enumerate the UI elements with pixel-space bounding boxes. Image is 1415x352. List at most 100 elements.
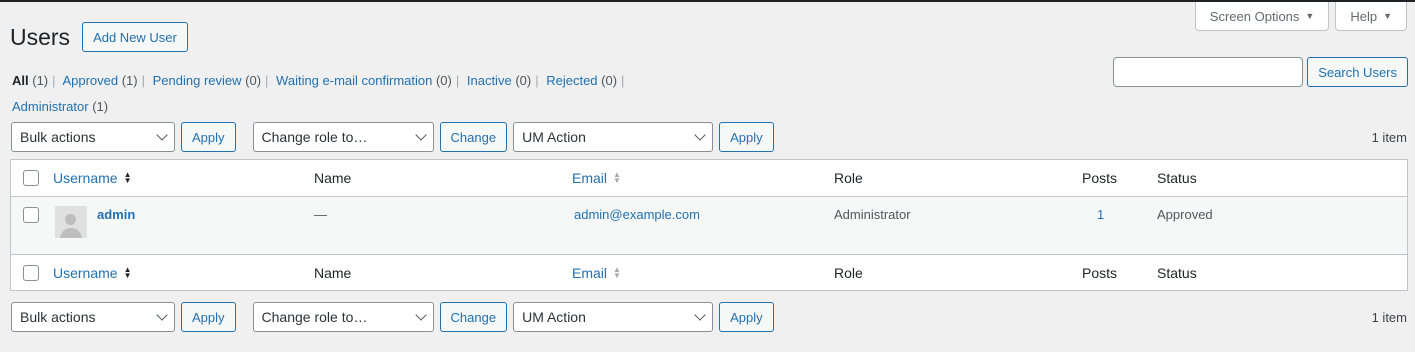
filter-count: (0) — [601, 73, 618, 88]
column-label[interactable]: Email — [572, 170, 607, 186]
chevron-down-icon — [694, 309, 706, 321]
select-value: UM Action — [522, 129, 586, 145]
filter-label[interactable]: Inactive — [467, 73, 512, 88]
avatar — [55, 206, 87, 238]
filter-pending-review[interactable]: Pending review (0) — [153, 73, 261, 88]
sort-icon: ▲ ▼ — [123, 264, 132, 280]
filter-separator: | — [621, 73, 625, 88]
column-label[interactable]: Email — [572, 265, 607, 281]
search-box: Search Users — [1113, 57, 1408, 87]
sort-icon: ▲ ▼ — [613, 170, 621, 185]
um-action-select[interactable]: UM Action — [513, 302, 714, 332]
filter-count: (0) — [515, 73, 532, 88]
filter-count: (1) — [92, 99, 109, 114]
table-row: admin — admin@example.com Administrator … — [11, 197, 1407, 254]
filter-label: All — [12, 73, 29, 88]
filter-count: (0) — [435, 73, 452, 88]
caret-down-icon: ▼ — [1383, 11, 1392, 21]
select-value: Change role to… — [261, 129, 368, 145]
select-value: Bulk actions — [20, 129, 96, 145]
page-title: Users — [10, 23, 71, 50]
users-table: Username ▲ ▼ Name Email ▲ ▼ Role Posts Sta… — [10, 159, 1408, 291]
column-username[interactable]: Username ▲ ▼ — [53, 255, 132, 290]
filter-waiting-email[interactable]: Waiting e-mail confirmation (0) — [276, 73, 452, 88]
column-username[interactable]: Username ▲ ▼ — [53, 160, 132, 196]
bulk-actions-select[interactable]: Bulk actions — [11, 122, 175, 152]
chevron-down-icon — [156, 309, 168, 321]
select-all-cell — [23, 255, 39, 290]
search-input[interactable] — [1113, 57, 1304, 87]
select-all-checkbox[interactable] — [23, 264, 39, 281]
screen-options-button[interactable]: Screen Options ▼ — [1194, 2, 1330, 31]
filter-separator: | — [535, 73, 539, 88]
search-users-button[interactable]: Search Users — [1307, 57, 1408, 87]
column-status: Status — [1157, 170, 1197, 186]
tablenav-top: Bulk actions Apply Change role to… Chang… — [11, 121, 1407, 153]
sort-icon: ▲ ▼ — [123, 170, 132, 185]
user-filters: All (1) | Approved (1) | Pending review (0… — [12, 68, 652, 120]
chevron-down-icon — [694, 129, 706, 141]
filter-count: (1) — [32, 73, 49, 88]
filter-inactive[interactable]: Inactive (0) — [467, 73, 531, 88]
change-role-button[interactable]: Change — [439, 122, 508, 152]
column-posts: Posts — [1082, 264, 1118, 281]
table-footer-row: Username ▲ ▼ Name Email ▲ ▼ Role Posts Sta… — [11, 254, 1407, 290]
filter-label[interactable]: Rejected — [546, 73, 597, 88]
change-role-select[interactable]: Change role to… — [252, 302, 434, 332]
change-role-button[interactable]: Change — [439, 302, 508, 332]
filter-label[interactable]: Waiting e-mail confirmation — [276, 73, 432, 88]
um-action-select[interactable]: UM Action — [513, 122, 714, 152]
page-heading: Users Add New User — [10, 22, 188, 52]
select-all-checkbox[interactable] — [23, 170, 39, 186]
column-label[interactable]: Username — [53, 170, 118, 186]
name-cell: — — [314, 207, 327, 222]
filter-label[interactable]: Pending review — [153, 73, 242, 88]
bulk-apply-button[interactable]: Apply — [181, 302, 236, 332]
add-new-user-button[interactable]: Add New User — [82, 22, 188, 52]
filter-count: (0) — [245, 73, 262, 88]
um-apply-button[interactable]: Apply — [719, 122, 774, 152]
tablenav-bottom: Bulk actions Apply Change role to… Chang… — [11, 301, 1407, 333]
column-email[interactable]: Email ▲ ▼ — [572, 160, 621, 196]
select-value: Change role to… — [261, 309, 368, 325]
column-role: Role — [834, 170, 863, 186]
filter-label[interactable]: Approved — [62, 73, 118, 88]
row-checkbox[interactable] — [23, 207, 39, 223]
filter-separator: | — [265, 73, 269, 88]
posts-cell: 1 — [1097, 197, 1104, 254]
column-posts: Posts — [1082, 170, 1118, 186]
change-role-select[interactable]: Change role to… — [252, 122, 434, 152]
select-value: Bulk actions — [20, 309, 96, 325]
bulk-actions-select[interactable]: Bulk actions — [11, 302, 175, 332]
items-count: 1 item — [1371, 129, 1407, 145]
role-cell: Administrator — [834, 207, 911, 222]
items-count: 1 item — [1371, 309, 1407, 325]
filter-rejected[interactable]: Rejected (0) — [546, 73, 617, 88]
column-name: Name — [314, 170, 352, 186]
column-role: Role — [834, 264, 863, 281]
posts-link[interactable]: 1 — [1097, 207, 1104, 222]
username-link[interactable]: admin — [97, 207, 135, 222]
column-email[interactable]: Email ▲ ▼ — [572, 255, 621, 290]
status-cell: Approved — [1157, 207, 1213, 222]
help-label: Help — [1350, 8, 1378, 24]
help-button[interactable]: Help ▼ — [1335, 2, 1407, 31]
row-checkbox-cell — [23, 197, 39, 254]
bulk-apply-button[interactable]: Apply — [181, 122, 236, 152]
chevron-down-icon — [156, 129, 168, 141]
um-apply-button[interactable]: Apply — [719, 302, 774, 332]
column-name: Name — [314, 264, 352, 281]
column-label[interactable]: Username — [53, 265, 118, 281]
filter-separator: | — [455, 73, 460, 88]
select-value: UM Action — [522, 309, 586, 325]
select-all-cell — [23, 160, 39, 196]
filter-administrator[interactable]: Administrator (1) — [12, 99, 108, 114]
email-link[interactable]: admin@example.com — [574, 207, 700, 222]
sort-icon: ▲ ▼ — [613, 264, 621, 280]
filter-separator: | — [52, 73, 56, 88]
filter-all[interactable]: All (1) — [12, 73, 48, 88]
filter-separator: | — [141, 73, 145, 88]
screen-meta-links: Screen Options ▼ Help ▼ — [1194, 2, 1407, 31]
filter-approved[interactable]: Approved (1) — [62, 73, 137, 88]
filter-label[interactable]: Administrator — [12, 99, 89, 114]
